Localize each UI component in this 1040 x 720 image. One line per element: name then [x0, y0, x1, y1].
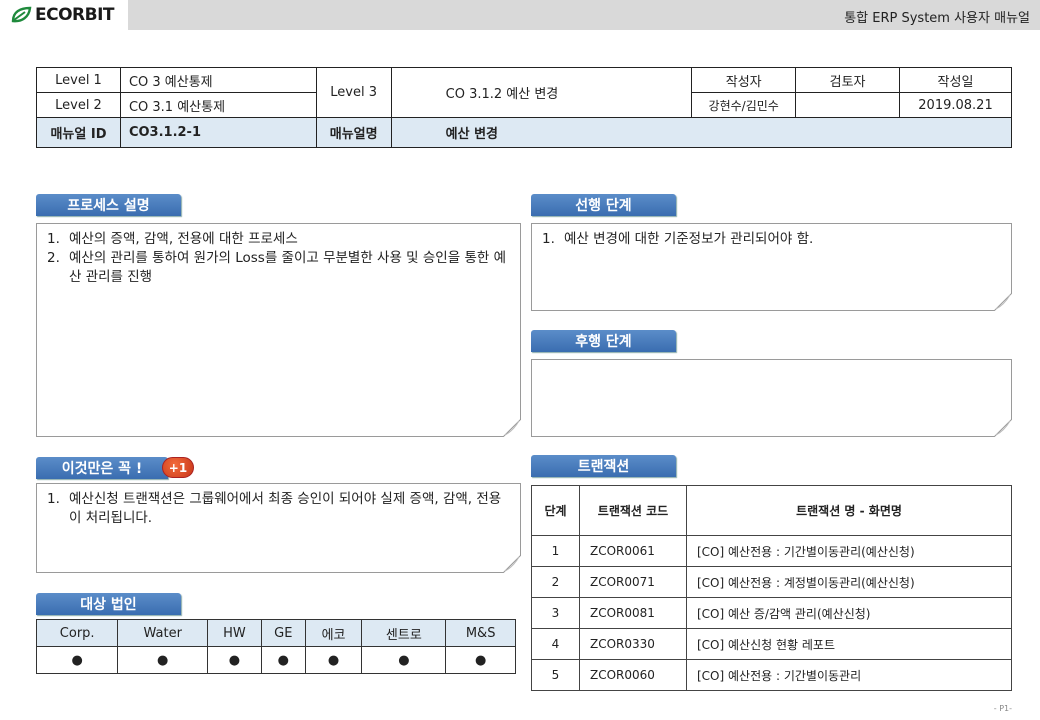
tx-header-step: 단계 — [531, 485, 580, 536]
list-item: 1. 예산 변경에 대한 기준정보가 관리되어야 함. — [542, 231, 814, 247]
process-section-label: 프로세스 설명 — [36, 194, 181, 216]
target-corp-table: Corp. Water HW GE 에코 센트로 M&S ● ● ● ● ● ●… — [35, 619, 516, 674]
document-title: 통합 ERP System 사용자 매뉴얼 — [844, 11, 1030, 26]
tx-name: [CO] 예산전용 : 기간별이동관리(예산신청) — [686, 535, 1012, 567]
list-item: 1. 예산신청 트랜잭션은 그룹웨어에서 최종 승인이 되어야 실제 증액, 감액… — [47, 491, 502, 526]
brand-logo: ECORBIT — [0, 0, 128, 30]
corp-column-header: HW — [207, 619, 262, 647]
reviewer-label: 검토자 — [795, 67, 900, 93]
manual-id-value: CO3.1.2-1 — [119, 117, 317, 148]
corp-mark: ● — [35, 646, 119, 674]
tx-step: 2 — [531, 566, 580, 598]
corp-mark: ● — [304, 646, 363, 674]
level3-label: Level 3 — [315, 67, 392, 118]
tx-step: 4 — [531, 628, 580, 660]
page-fold-icon — [994, 293, 1012, 311]
corp-mark: ● — [445, 646, 516, 674]
brand-name: ECORBIT — [35, 5, 115, 25]
date-label: 작성일 — [899, 67, 1012, 93]
corp-column-header: 센트로 — [361, 619, 447, 647]
level2-value: CO 3.1 예산통제 — [119, 92, 317, 118]
manual-info-table: Level 1 CO 3 예산통제 Level 3 CO 3.1.2 예산 변경… — [36, 67, 1013, 148]
prerequisite-section-label: 선행 단계 — [531, 194, 676, 216]
target-corp-section-label: 대상 법인 — [36, 593, 181, 615]
corp-mark: ● — [260, 646, 306, 674]
tx-step: 3 — [531, 597, 580, 629]
tx-name: [CO] 예산신청 현황 레포트 — [686, 628, 1012, 660]
manual-name-value: 예산 변경 — [390, 117, 1013, 148]
tx-step: 1 — [531, 535, 580, 567]
manual-id-label: 매뉴얼 ID — [36, 117, 121, 148]
header-title-bar: 통합 ERP System 사용자 매뉴얼 — [128, 0, 1040, 30]
transaction-section-label: 트랜잭션 — [531, 455, 676, 477]
page-fold-icon — [994, 419, 1012, 437]
prerequisite-box: 1. 예산 변경에 대한 기준정보가 관리되어야 함. — [531, 223, 1012, 311]
corp-column-header: GE — [260, 619, 306, 647]
transaction-table: 단계 트랜잭션 코드 트랜잭션 명 - 화면명 1 ZCOR0061 [CO] … — [531, 485, 1012, 691]
page-number: - P1- — [993, 704, 1012, 713]
leaf-icon — [11, 6, 32, 23]
tx-step: 5 — [531, 659, 580, 691]
page-fold-icon — [503, 555, 521, 573]
date-value: 2019.08.21 — [899, 92, 1012, 118]
table-row: 5 ZCOR0060 [CO] 예산전용 : 기간별이동관리 — [531, 659, 1012, 691]
table-row: 1 ZCOR0061 [CO] 예산전용 : 기간별이동관리(예산신청) — [531, 535, 1012, 567]
table-row: 4 ZCOR0330 [CO] 예산신청 현황 레포트 — [531, 628, 1012, 660]
page-header: ECORBIT 통합 ERP System 사용자 매뉴얼 — [0, 0, 1040, 30]
table-row: 3 ZCOR0081 [CO] 예산 증/감액 관리(예산신청) — [531, 597, 1012, 629]
table-row: 2 ZCOR0071 [CO] 예산전용 : 계정별이동관리(예산신청) — [531, 566, 1012, 598]
tx-name: [CO] 예산 증/감액 관리(예산신청) — [686, 597, 1012, 629]
corp-mark: ● — [361, 646, 447, 674]
tx-code: ZCOR0061 — [579, 535, 687, 567]
must-know-section-label: 이것만은 꼭 ! — [36, 457, 168, 479]
level1-label: Level 1 — [36, 67, 121, 93]
followup-box — [531, 359, 1012, 437]
tx-code: ZCOR0330 — [579, 628, 687, 660]
process-description-box: 1. 예산의 증액, 감액, 전용에 대한 프로세스 2. 예산의 관리를 통하여 … — [36, 223, 521, 437]
tx-code: ZCOR0081 — [579, 597, 687, 629]
tx-name: [CO] 예산전용 : 계정별이동관리(예산신청) — [686, 566, 1012, 598]
author-value: 강현수/김민수 — [691, 92, 797, 118]
list-item: 2. 예산의 관리를 통하여 원가의 Loss를 줄이고 무분별한 사용 및 승인… — [47, 250, 506, 285]
page-fold-icon — [503, 419, 521, 437]
list-item: 1. 예산의 증액, 감액, 전용에 대한 프로세스 — [47, 231, 298, 247]
tx-code: ZCOR0071 — [579, 566, 687, 598]
plus-one-badge: +1 — [162, 457, 194, 478]
author-label: 작성자 — [691, 67, 797, 93]
reviewer-value — [795, 92, 900, 118]
level1-value: CO 3 예산통제 — [119, 67, 317, 93]
manual-name-label: 매뉴얼명 — [315, 117, 392, 148]
corp-column-header: Water — [117, 619, 209, 647]
tx-header-code: 트랜잭션 코드 — [579, 485, 687, 536]
tx-header-name: 트랜잭션 명 - 화면명 — [686, 485, 1012, 536]
corp-column-header: Corp. — [35, 619, 119, 647]
tx-name: [CO] 예산전용 : 기간별이동관리 — [686, 659, 1012, 691]
corp-mark: ● — [117, 646, 209, 674]
must-know-box: 1. 예산신청 트랜잭션은 그룹웨어에서 최종 승인이 되어야 실제 증액, 감액… — [36, 483, 521, 573]
corp-mark: ● — [207, 646, 262, 674]
tx-code: ZCOR0060 — [579, 659, 687, 691]
corp-column-header: 에코 — [304, 619, 363, 647]
corp-column-header: M&S — [445, 619, 516, 647]
followup-section-label: 후행 단계 — [531, 330, 676, 352]
level2-label: Level 2 — [36, 92, 121, 118]
level3-value: CO 3.1.2 예산 변경 — [390, 67, 693, 118]
